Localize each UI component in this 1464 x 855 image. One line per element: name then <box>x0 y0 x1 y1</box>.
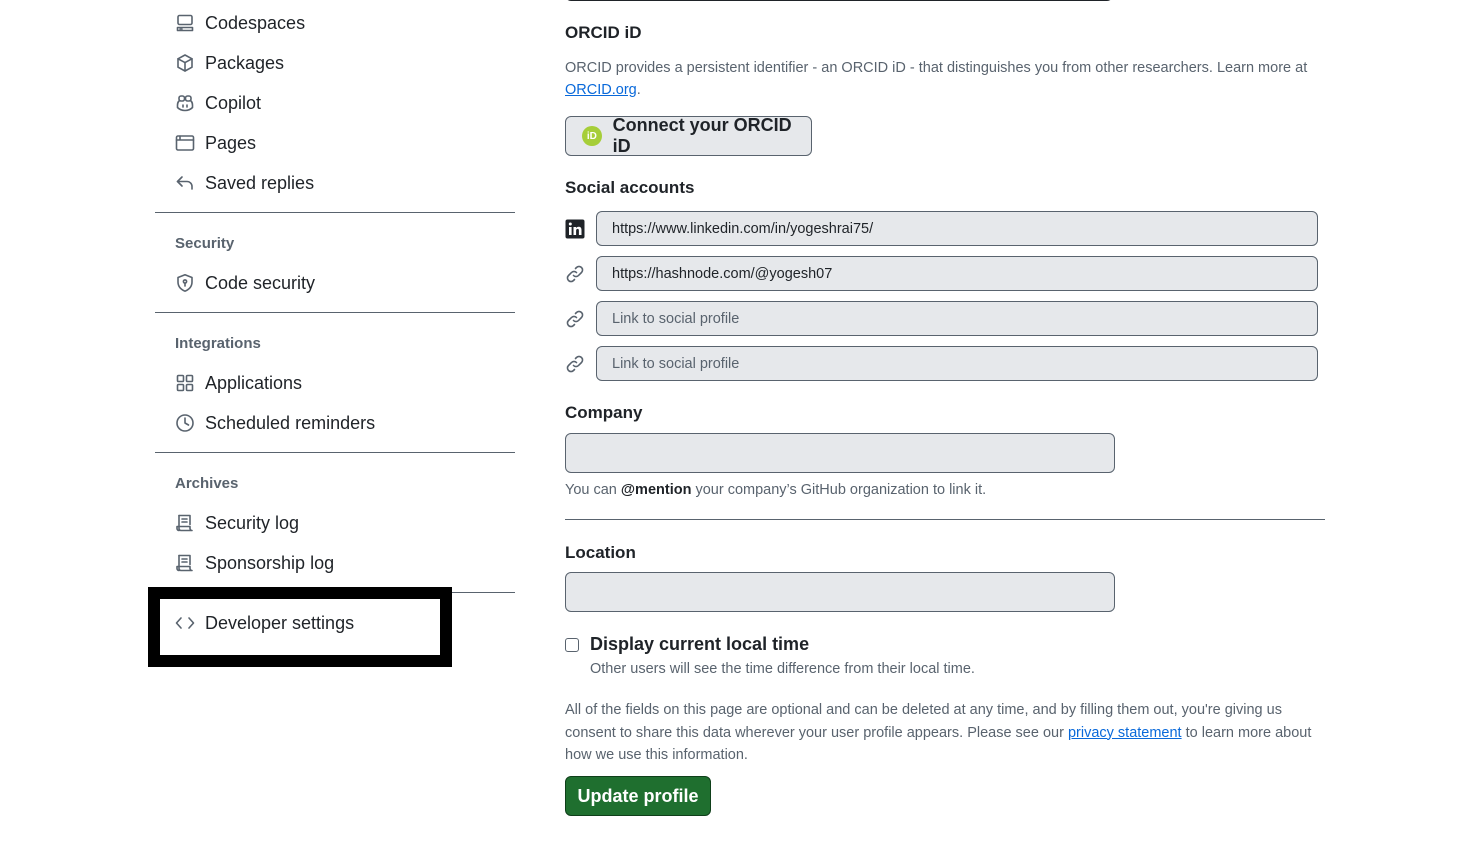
company-input[interactable] <box>565 433 1115 473</box>
local-time-label[interactable]: Display current local time <box>590 634 809 655</box>
sidebar-item-label: Saved replies <box>205 172 315 193</box>
sidebar-item-label: Pages <box>205 132 257 153</box>
orcid-heading: ORCID iD <box>565 23 642 42</box>
update-profile-button[interactable]: Update profile <box>565 776 711 816</box>
link-icon <box>565 354 585 374</box>
social-link-input-2[interactable] <box>596 256 1318 291</box>
social-link-input-3[interactable] <box>596 301 1318 336</box>
sidebar-divider <box>155 452 515 453</box>
sidebar-item-code-security[interactable]: Code security <box>155 266 515 300</box>
sidebar-item-saved-replies[interactable]: Saved replies <box>155 166 515 200</box>
previous-field-edge <box>565 0 1113 1</box>
sidebar-item-label: Sponsorship log <box>205 552 335 573</box>
sidebar-item-copilot[interactable]: Copilot <box>155 86 515 120</box>
social-link-input-4[interactable] <box>596 346 1318 381</box>
local-time-row: Display current local time <box>565 634 809 655</box>
sidebar-section-archives: Archives <box>175 475 239 492</box>
connect-orcid-button[interactable]: iD Connect your ORCID iD <box>565 115 812 156</box>
social-account-row <box>565 211 1318 246</box>
codespaces-icon <box>175 13 195 33</box>
orcid-logo-icon: iD <box>582 126 602 146</box>
sidebar-section-security: Security <box>175 235 235 252</box>
apps-icon <box>175 373 195 393</box>
sidebar-section-integrations: Integrations <box>175 335 261 352</box>
section-divider <box>565 519 1325 520</box>
connect-orcid-label: Connect your ORCID iD <box>612 115 792 156</box>
sidebar-item-pages[interactable]: Pages <box>155 126 515 160</box>
sidebar-item-label: Codespaces <box>205 12 306 33</box>
privacy-statement-link[interactable]: privacy statement <box>1068 725 1182 741</box>
linkedin-icon <box>565 219 585 239</box>
sidebar-item-label: Packages <box>205 52 285 73</box>
log-icon <box>175 513 195 533</box>
link-icon <box>565 264 585 284</box>
orcid-description: ORCID provides a persistent identifier -… <box>565 60 1308 98</box>
sidebar-item-sponsorship-log[interactable]: Sponsorship log <box>155 546 515 580</box>
sidebar-item-applications[interactable]: Applications <box>155 366 515 400</box>
sidebar-item-label: Code security <box>205 272 316 293</box>
clock-icon <box>175 413 195 433</box>
social-account-row <box>565 301 1318 336</box>
sidebar-item-label: Security log <box>205 512 300 533</box>
sidebar-item-label: Copilot <box>205 92 262 113</box>
sidebar-item-scheduled-reminders[interactable]: Scheduled reminders <box>155 406 515 440</box>
sidebar-divider <box>155 312 515 313</box>
sidebar-item-label: Scheduled reminders <box>205 412 376 433</box>
sidebar-item-label: Applications <box>205 372 303 393</box>
consent-text: All of the fields on this page are optio… <box>565 702 1312 763</box>
local-time-checkbox[interactable] <box>565 637 579 652</box>
log-icon <box>175 553 195 573</box>
package-icon <box>175 53 195 73</box>
copilot-icon <box>175 93 195 113</box>
company-label: Company <box>565 403 643 422</box>
local-time-help: Other users will see the time difference… <box>590 661 975 677</box>
sidebar-divider <box>155 212 515 213</box>
sidebar-item-codespaces[interactable]: Codespaces <box>155 6 515 40</box>
orcid-link[interactable]: ORCID.org <box>565 82 637 98</box>
shield-icon <box>175 273 195 293</box>
social-accounts-heading: Social accounts <box>565 178 695 197</box>
location-label: Location <box>565 543 636 562</box>
annotation-highlight-box <box>148 587 452 667</box>
sidebar-item-packages[interactable]: Packages <box>155 46 515 80</box>
social-account-row <box>565 256 1318 291</box>
sidebar-item-security-log[interactable]: Security log <box>155 506 515 540</box>
reply-icon <box>175 173 195 193</box>
profile-settings-page: Codespaces Packages Copilot Pages Saved <box>0 0 1464 855</box>
social-link-input-1[interactable] <box>596 211 1318 246</box>
link-icon <box>565 309 585 329</box>
company-help: You can @mention your company’s GitHub o… <box>565 482 987 498</box>
social-account-row <box>565 346 1318 381</box>
browser-icon <box>175 133 195 153</box>
location-input[interactable] <box>565 572 1115 612</box>
